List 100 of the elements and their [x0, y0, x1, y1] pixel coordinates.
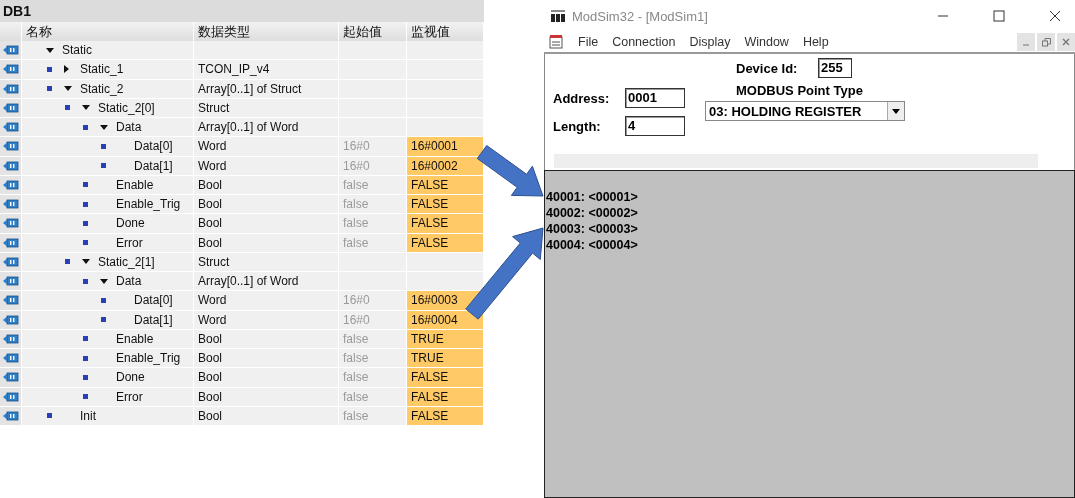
interface-icon [3, 160, 19, 171]
menu-item[interactable]: File [578, 35, 599, 49]
table-cell: Array[0..1] of Word [194, 118, 339, 138]
expand-toggle[interactable] [82, 105, 90, 111]
interface-icon [3, 410, 19, 421]
arrow [476, 145, 544, 197]
table-cell: false [339, 387, 407, 407]
member-name: Data[1] [134, 312, 173, 327]
caret-icon [892, 108, 900, 114]
member-name: Done [116, 216, 145, 231]
table-cell: Bool [194, 368, 339, 388]
table-cell: Struct [194, 252, 339, 272]
member-icon [83, 278, 88, 284]
member-icon [83, 240, 88, 246]
point-type-dropdown[interactable]: 03: HOLDING REGISTER [705, 101, 905, 121]
member-name: Data[0] [134, 139, 173, 154]
table-cell: FALSE [407, 214, 484, 234]
menu-item[interactable]: Connection [612, 35, 676, 49]
member-icon [83, 374, 88, 380]
table-cell: Bool [194, 214, 339, 234]
table-cell: Struct [194, 98, 339, 118]
interface-icon [3, 45, 19, 56]
register-value: 40003: <00003> [545, 221, 639, 237]
document-icon [548, 34, 564, 50]
table-cell: 16#0 [339, 137, 407, 157]
menu-item[interactable]: Window [744, 35, 789, 49]
child-restore-button[interactable] [1037, 33, 1055, 51]
table-cell: TCON_IP_v4 [194, 60, 339, 80]
table-cell: false [339, 329, 407, 349]
table-cell: false [339, 406, 407, 426]
table-cell: false [339, 368, 407, 388]
table-cell [339, 252, 407, 272]
table-cell: Bool [194, 233, 339, 253]
panel-title: DB1 [0, 0, 484, 22]
register-value: 40004: <00004> [545, 237, 639, 253]
table-cell: Word [194, 310, 339, 330]
table-cell [339, 272, 407, 292]
address-field[interactable]: 0001 [625, 88, 685, 108]
expand-toggle[interactable] [64, 65, 69, 74]
table-cell: Word [194, 291, 339, 311]
table-cell: Bool [194, 387, 339, 407]
table-cell [339, 41, 407, 61]
member-icon [65, 105, 70, 111]
member-icon [83, 394, 88, 400]
register-value: 40001: <00001> [545, 189, 639, 205]
table-cell: FALSE [407, 368, 484, 388]
member-name: Done [116, 370, 145, 385]
table-cell: false [339, 195, 407, 215]
member-icon [101, 317, 106, 323]
interface-icon [3, 372, 19, 383]
member-icon [83, 336, 88, 342]
table-cell: 16#0001 [407, 137, 484, 157]
member-name: Enable [116, 177, 154, 192]
table-cell: Array[0..1] of Word [194, 272, 339, 292]
member-name: Static_1 [80, 62, 124, 77]
expand-toggle[interactable] [64, 86, 72, 92]
table-cell: Bool [194, 406, 339, 426]
table-cell: Bool [194, 349, 339, 369]
interface-icon [3, 314, 19, 325]
interface-icon [3, 353, 19, 364]
interface-icon [3, 391, 19, 402]
interface-icon [3, 102, 19, 113]
menu-item[interactable]: Help [802, 35, 829, 49]
length-field[interactable]: 4 [625, 116, 685, 136]
expand-toggle[interactable] [46, 47, 54, 53]
expand-toggle[interactable] [82, 259, 90, 265]
window-title: ModSim32 - [ModSim1] [572, 8, 708, 24]
member-name: Enable_Trig [116, 197, 181, 212]
member-name: Init [80, 408, 96, 423]
expand-toggle[interactable] [100, 278, 108, 284]
member-name: Static [62, 43, 92, 58]
table-cell: Array[0..1] of Struct [194, 79, 339, 99]
interface-icon [3, 256, 19, 267]
member-name: Data [116, 274, 142, 289]
close-icon[interactable] [1049, 10, 1061, 22]
register-value: 40002: <00002> [545, 205, 639, 221]
interface-icon [3, 83, 19, 94]
expand-toggle[interactable] [100, 124, 108, 130]
member-icon [101, 163, 106, 169]
interface-icon [3, 179, 19, 190]
member-icon [83, 355, 88, 361]
table-cell: Bool [194, 195, 339, 215]
member-icon [83, 220, 88, 226]
interface-icon [3, 64, 19, 75]
member-icon [83, 124, 88, 130]
member-name: Data[0] [134, 293, 173, 308]
member-icon [47, 413, 52, 419]
device-id-field[interactable]: 255 [818, 58, 852, 78]
member-name: Static_2[0] [98, 100, 155, 115]
member-icon [83, 182, 88, 188]
maximize-icon[interactable] [993, 10, 1005, 22]
member-icon [65, 259, 70, 265]
interface-icon [3, 218, 19, 229]
member-icon [83, 201, 88, 207]
member-icon [47, 86, 52, 92]
close-icon [1062, 38, 1070, 46]
menu-item[interactable]: Display [689, 35, 731, 49]
interface-icon [3, 295, 19, 306]
child-close-button[interactable] [1057, 33, 1075, 51]
table-cell: false [339, 233, 407, 253]
